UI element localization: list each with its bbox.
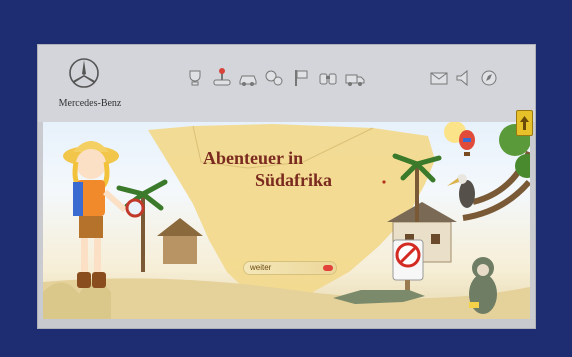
arrow-up-icon bbox=[520, 116, 529, 130]
car-icon[interactable] bbox=[237, 67, 259, 89]
scene-title-line1: Abenteuer in bbox=[203, 148, 304, 168]
envelope-icon[interactable] bbox=[428, 67, 450, 89]
continue-button-label: weiter bbox=[250, 263, 272, 272]
explorer-girl bbox=[63, 141, 145, 288]
compass-icon[interactable] bbox=[478, 67, 500, 89]
mercedes-star-logo bbox=[69, 58, 99, 88]
hut-left bbox=[157, 218, 203, 264]
no-swimming-sign bbox=[392, 239, 424, 296]
truck-icon[interactable] bbox=[344, 67, 366, 89]
scroll-up-button[interactable] bbox=[516, 110, 533, 136]
speaker-icon[interactable] bbox=[453, 67, 475, 89]
hot-air-balloon bbox=[459, 130, 475, 156]
brand-name: Mercedes-Benz bbox=[58, 98, 122, 109]
scene-title-line2: Südafrika bbox=[255, 170, 333, 190]
continue-button[interactable]: weiter bbox=[244, 262, 336, 274]
gears-icon[interactable] bbox=[263, 67, 285, 89]
monkey bbox=[469, 257, 497, 314]
joystick-icon[interactable] bbox=[211, 67, 233, 89]
binoculars-icon[interactable] bbox=[317, 67, 339, 89]
adventure-scene: Abenteuer in Südafrika weiter bbox=[43, 122, 530, 319]
palm-tree-left bbox=[116, 179, 168, 272]
bottom-bar bbox=[38, 319, 535, 328]
continue-indicator bbox=[323, 265, 333, 271]
hornbill-bird bbox=[447, 174, 475, 208]
header-bar: Mercedes-Benz bbox=[38, 45, 535, 122]
flag-icon[interactable] bbox=[290, 67, 312, 89]
app-window: Mercedes-Benz Abenteuer in Südafrika wei… bbox=[38, 45, 535, 328]
trophy-icon[interactable] bbox=[184, 67, 206, 89]
